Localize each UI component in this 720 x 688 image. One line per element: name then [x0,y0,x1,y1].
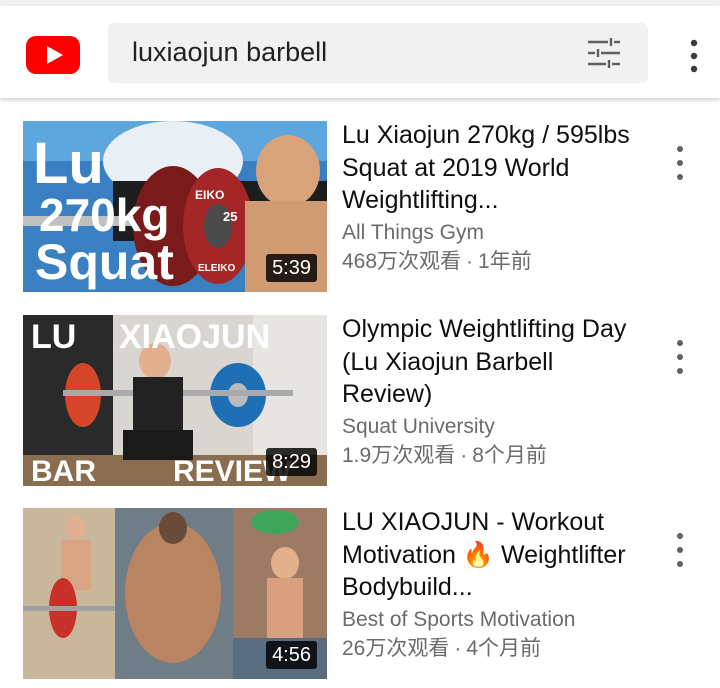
thumbnail-text-lu: Lu [33,131,104,196]
duration-badge: 4:56 [266,641,317,669]
more-vert-icon[interactable] [668,528,692,572]
view-count: 468万次观看 [342,249,462,273]
thumbnail-text-name: XIAOJUN [119,318,270,356]
upload-age: 8个月前 [472,443,547,467]
channel-name: All Things Gym [342,220,484,244]
video-result[interactable]: Lu 270kg Squat EIKO 25 ELEIKO 5:39 Lu Xi… [0,121,720,301]
plate-brand: ELEIKO [198,263,235,274]
meta-separator: · [460,443,468,467]
channel-name: Squat University [342,414,495,438]
view-count: 1.9万次观看 [342,443,456,467]
more-vert-icon[interactable] [668,335,692,379]
thumbnail-text-bar: BAR [31,455,96,486]
plate-number: 25 [223,209,237,224]
search-query-text: luxiaojun barbell [132,37,328,67]
meta-separator: · [466,249,474,273]
thumbnail-text-lu: LU [31,318,76,356]
video-meta: 26万次观看 · 4个月前 [342,634,638,663]
video-title[interactable]: LU XIAOJUN - Workout Motivation 🔥 Weight… [342,506,638,604]
view-count: 26万次观看 [342,636,450,660]
more-vert-icon[interactable] [668,141,692,185]
meta-separator: · [454,636,462,660]
duration-badge: 5:39 [266,254,317,282]
filter-sliders-icon[interactable] [586,36,622,70]
video-title[interactable]: Lu Xiaojun 270kg / 595lbs Squat at 2019 … [342,119,638,217]
channel-name: Best of Sports Motivation [342,607,576,631]
more-vert-icon[interactable] [682,36,706,76]
video-thumbnail[interactable]: Lu 270kg Squat EIKO 25 ELEIKO 5:39 [23,121,327,292]
duration-badge: 8:29 [266,448,317,476]
upload-age: 1年前 [478,249,532,273]
youtube-logo-icon[interactable] [26,36,80,74]
video-info[interactable]: Lu Xiaojun 270kg / 595lbs Squat at 2019 … [342,119,638,276]
upload-age: 4个月前 [466,636,542,660]
video-info[interactable]: LU XIAOJUN - Workout Motivation 🔥 Weight… [342,506,638,663]
search-header: luxiaojun barbell [0,6,720,98]
search-input[interactable]: luxiaojun barbell [108,23,648,83]
video-thumbnail[interactable]: 4:56 [23,508,327,679]
plate-text: EIKO [195,188,224,202]
video-meta: 1.9万次观看 · 8个月前 [342,441,638,470]
video-result[interactable]: LU XIAOJUN BAR REVIEW 8:29 Olympic Weigh… [0,315,720,495]
video-meta: 468万次观看 · 1年前 [342,247,638,276]
video-info[interactable]: Olympic Weightlifting Day (Lu Xiaojun Ba… [342,313,638,470]
video-title[interactable]: Olympic Weightlifting Day (Lu Xiaojun Ba… [342,313,638,411]
thumbnail-text-squat: Squat [35,234,174,290]
video-result[interactable]: 4:56 LU XIAOJUN - Workout Motivation 🔥 W… [0,508,720,688]
video-thumbnail[interactable]: LU XIAOJUN BAR REVIEW 8:29 [23,315,327,486]
